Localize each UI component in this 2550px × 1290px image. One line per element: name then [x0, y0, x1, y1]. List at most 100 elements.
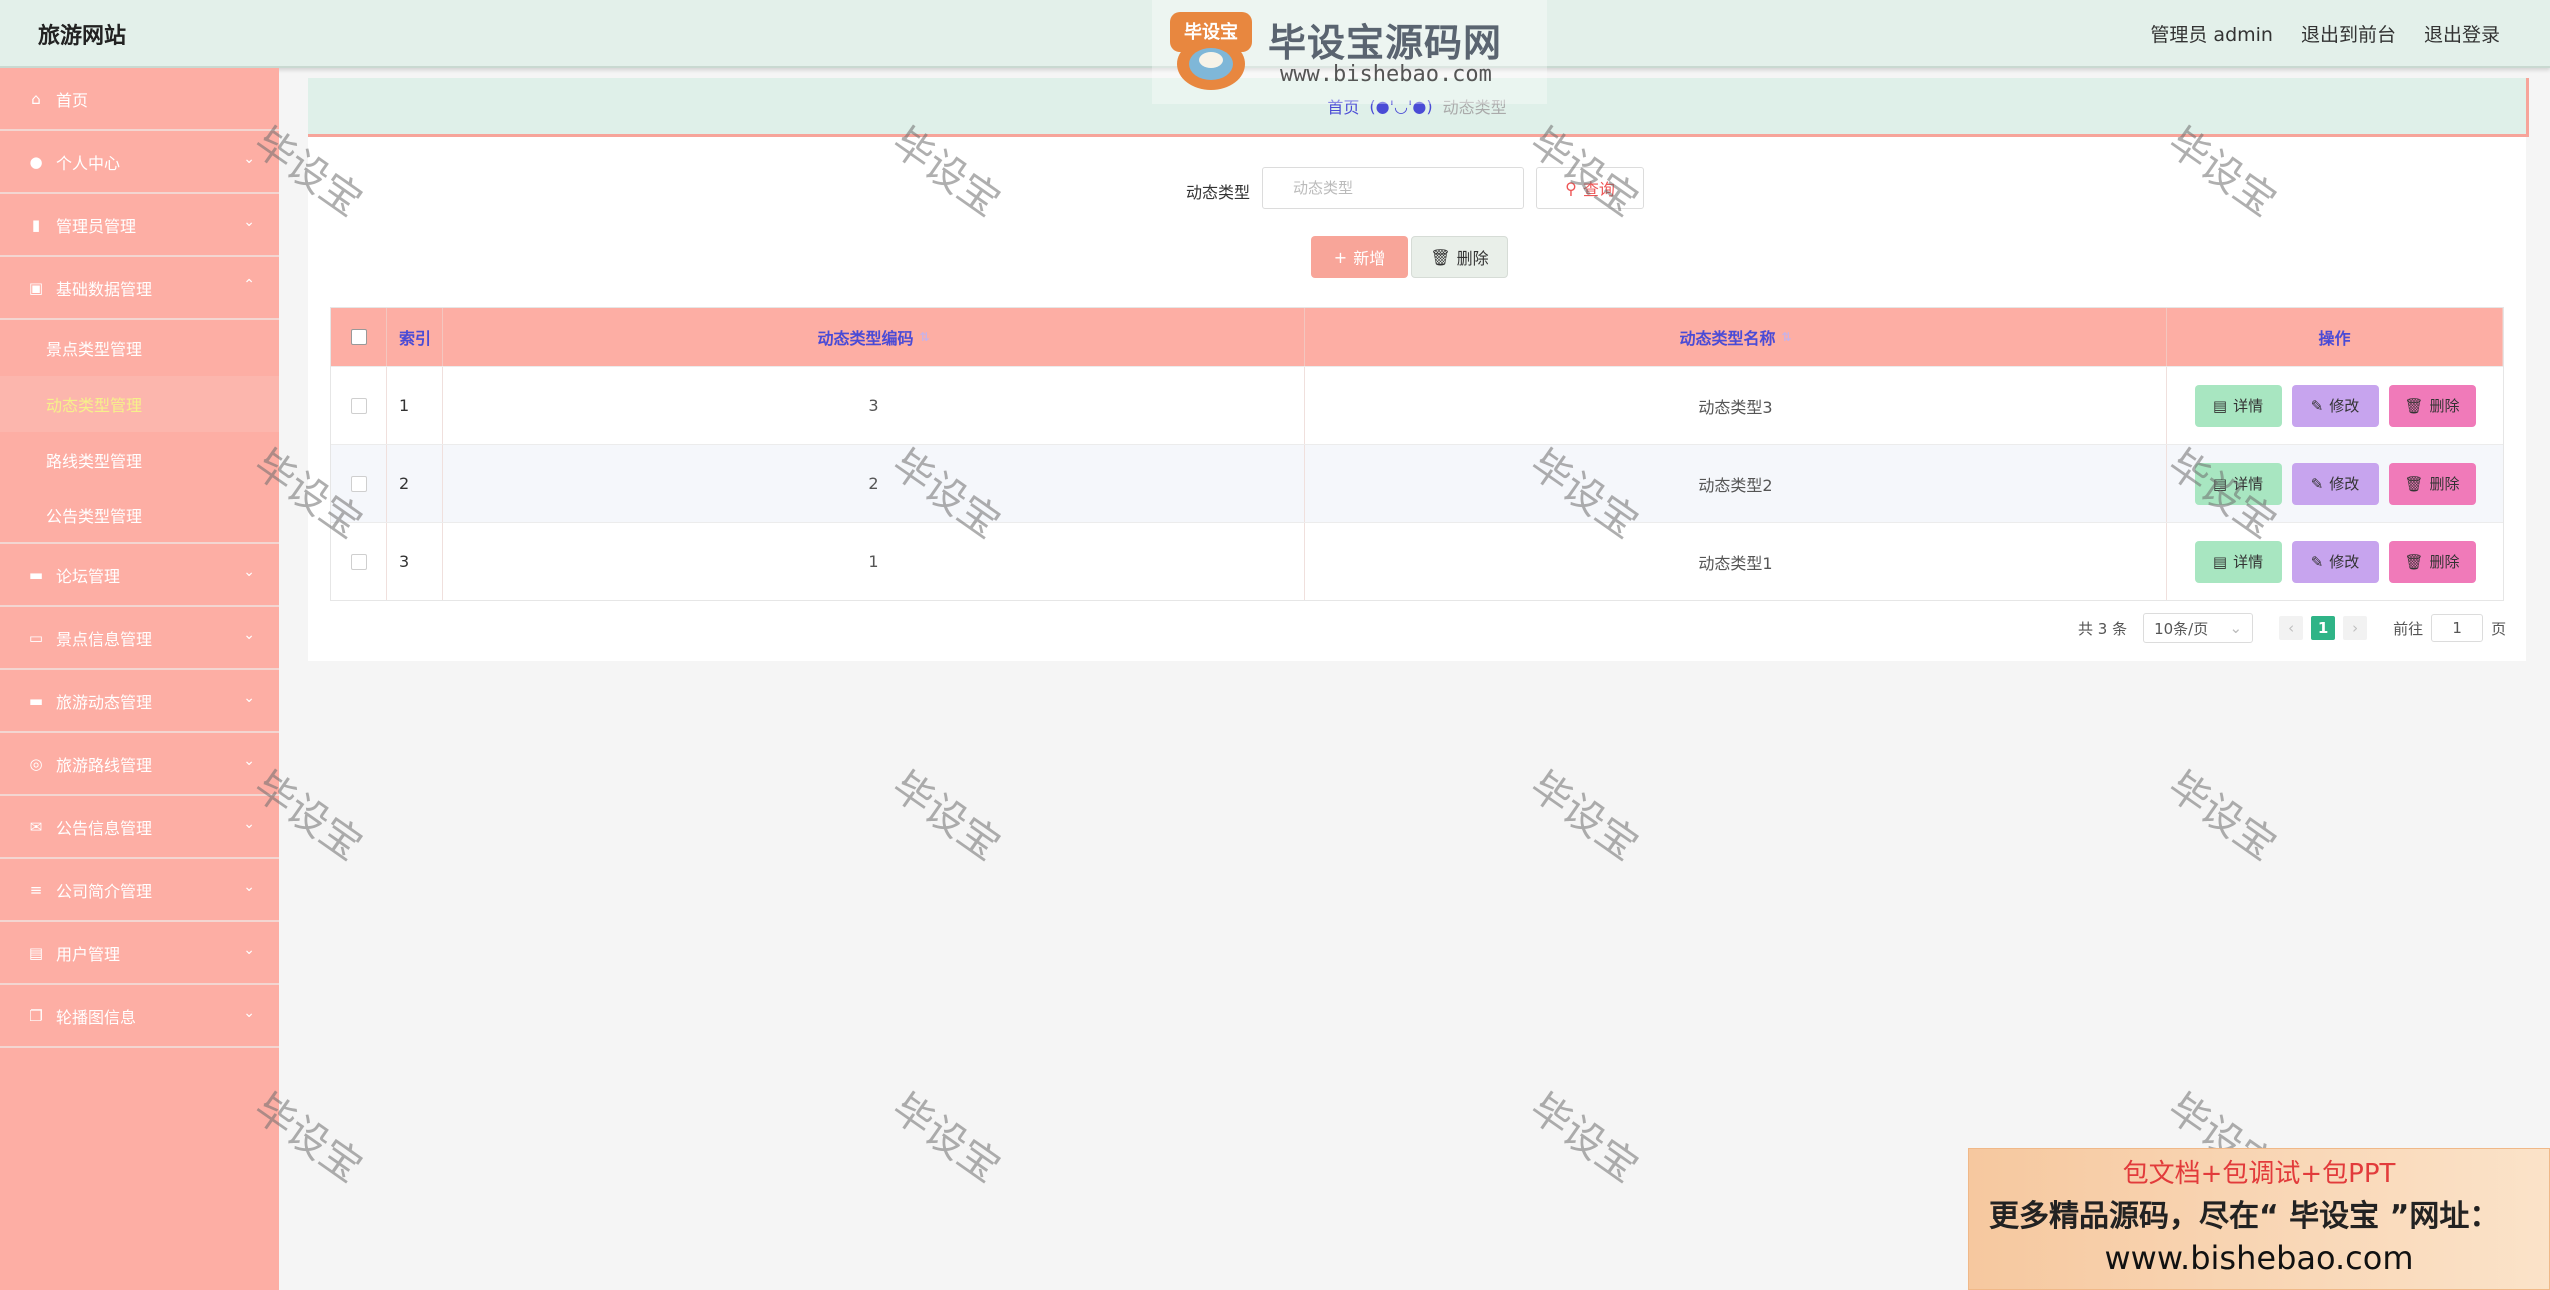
edit-label: 修改: [2329, 475, 2360, 493]
detail-label: 详情: [2233, 553, 2264, 571]
ad-url: www.bishebao.com: [2104, 1239, 2414, 1277]
sidebar-subitem-news-type[interactable]: 动态类型管理: [0, 376, 279, 432]
sidebar-item-admins[interactable]: ▮ 管理员管理 ⌄: [0, 194, 279, 257]
row-checkbox-cell: [331, 523, 387, 600]
chevron-down-icon: ⌄: [243, 1005, 255, 1021]
sidebar-item-home[interactable]: ⌂ 首页: [0, 68, 279, 131]
table-row: 1 3 动态类型3 ▤ 详情 ✎ 修改 🗑 删除: [331, 366, 2503, 444]
sidebar-item-news[interactable]: ▬ 旅游动态管理 ⌄: [0, 670, 279, 733]
page-size-select[interactable]: 10条/页 ⌄: [2143, 613, 2254, 643]
logo-url: www.bishebao.com: [1280, 62, 1492, 87]
ad-banner[interactable]: 包文档+包调试+包PPT 更多精品源码，尽在“ 毕设宝 ”网址： www.bis…: [1968, 1148, 2550, 1290]
row-actions: ▤ 详情 ✎ 修改 🗑 删除: [2167, 367, 2503, 444]
sidebar-item-routes[interactable]: ◎ 旅游路线管理 ⌄: [0, 733, 279, 796]
batch-delete-button[interactable]: 🗑 删除: [1411, 236, 1508, 278]
sidebar-item-label: 旅游动态管理: [56, 692, 153, 712]
sidebar-item-forum[interactable]: ▬ 论坛管理 ⌄: [0, 544, 279, 607]
goto-page-input[interactable]: 1: [2431, 614, 2484, 642]
data-table: 索引 动态类型编码 ⇅ 动态类型名称 ⇅ 操作 1 3 动态类型3 ▤ 详情 ✎ 修…: [330, 307, 2504, 601]
watermark: 毕设宝: [1521, 763, 1647, 870]
header-code[interactable]: 动态类型编码 ⇅: [443, 308, 1305, 366]
sidebar-item-label: 公告信息管理: [56, 818, 153, 838]
table-header: 索引 动态类型编码 ⇅ 动态类型名称 ⇅ 操作: [331, 308, 2503, 366]
row-checkbox[interactable]: [350, 397, 367, 414]
sidebar-subitem-scenic-type[interactable]: 景点类型管理: [0, 320, 279, 376]
sidebar-item-carousel[interactable]: ❐ 轮播图信息 ⌄: [0, 985, 279, 1048]
next-page-button[interactable]: ›: [2343, 616, 2368, 640]
edit-button[interactable]: ✎ 修改: [2291, 462, 2379, 505]
edit-label: 修改: [2329, 397, 2360, 415]
plus-icon: +: [1333, 247, 1348, 267]
sidebar-item-company[interactable]: ≡ 公司简介管理 ⌄: [0, 859, 279, 922]
row-index: 1: [387, 367, 443, 444]
to-front-link[interactable]: 退出到前台: [2301, 20, 2396, 47]
search-input[interactable]: [1262, 167, 1524, 209]
chevron-down-icon: ⌄: [243, 151, 255, 167]
page-number-active[interactable]: 1: [2311, 616, 2336, 640]
chat-icon: ▭: [28, 628, 44, 647]
table-row: 2 2 动态类型2 ▤ 详情 ✎ 修改 🗑 删除: [331, 444, 2503, 522]
chevron-down-icon: ⌄: [243, 564, 255, 580]
row-checkbox-cell: [331, 367, 387, 444]
site-logo: 毕设宝 毕设宝源码网 www.bishebao.com: [1152, 0, 1547, 104]
detail-button[interactable]: ▤ 详情: [2194, 462, 2282, 505]
row-actions: ▤ 详情 ✎ 修改 🗑 删除: [2167, 445, 2503, 522]
detail-label: 详情: [2233, 397, 2264, 415]
row-checkbox[interactable]: [350, 475, 367, 492]
header-code-label: 动态类型编码: [817, 329, 914, 348]
sidebar-item-label: 个人中心: [56, 153, 121, 173]
content-panel: 动态类型 ⚲ 查询 + 新增 🗑 删除 索引 动态类型编码 ⇅ 动态类型名称 ⇅…: [308, 137, 2526, 661]
edit-button[interactable]: ✎ 修改: [2291, 384, 2379, 427]
row-checkbox[interactable]: [350, 553, 367, 570]
logout-link[interactable]: 退出登录: [2424, 20, 2500, 47]
chevron-down-icon: ⌄: [243, 879, 255, 895]
sidebar-item-label: 轮播图信息: [56, 1007, 137, 1027]
sidebar-item-label: 管理员管理: [56, 216, 137, 236]
chevron-down-icon: ⌄: [243, 753, 255, 769]
batch-delete-label: 删除: [1456, 249, 1489, 268]
sidebar-subitem-notice-type[interactable]: 公告类型管理: [0, 488, 279, 544]
sidebar-item-scenic[interactable]: ▭ 景点信息管理 ⌄: [0, 607, 279, 670]
watermark: 毕设宝: [883, 763, 1009, 870]
row-code: 2: [443, 445, 1305, 522]
select-all-checkbox[interactable]: [350, 329, 367, 345]
sidebar: ⌂ 首页 ● 个人中心 ⌄ ▮ 管理员管理 ⌄ ▣ 基础数据管理 ⌃ 景点类型管…: [0, 68, 279, 1290]
detail-label: 详情: [2233, 475, 2264, 493]
edit-button[interactable]: ✎ 修改: [2291, 540, 2379, 583]
document-icon: ▤: [2212, 552, 2228, 571]
laptop-icon: ▬: [28, 691, 44, 710]
row-checkbox-cell: [331, 445, 387, 522]
search-button[interactable]: ⚲ 查询: [1536, 167, 1644, 209]
sidebar-item-users[interactable]: ▤ 用户管理 ⌄: [0, 922, 279, 985]
row-code: 3: [443, 367, 1305, 444]
detail-button[interactable]: ▤ 详情: [2194, 540, 2282, 583]
sort-icon[interactable]: ⇅: [919, 330, 929, 344]
logo-mascot-icon: 毕设宝: [1170, 12, 1252, 90]
row-index: 2: [387, 445, 443, 522]
delete-button[interactable]: 🗑 删除: [2388, 384, 2476, 427]
search-button-label: 查询: [1582, 180, 1615, 199]
pencil-icon: ✎: [2310, 396, 2324, 415]
sidebar-item-basic-data[interactable]: ▣ 基础数据管理 ⌃: [0, 257, 279, 320]
sidebar-item-notices[interactable]: ✉ 公告信息管理 ⌄: [0, 796, 279, 859]
sort-icon[interactable]: ⇅: [1781, 330, 1791, 344]
sidebar-subitem-route-type[interactable]: 路线类型管理: [0, 432, 279, 488]
compass-icon: ◎: [29, 754, 43, 773]
delete-button[interactable]: 🗑 删除: [2388, 540, 2476, 583]
sidebar-item-profile[interactable]: ● 个人中心 ⌄: [0, 131, 279, 194]
add-button[interactable]: + 新增: [1311, 236, 1408, 278]
delete-button[interactable]: 🗑 删除: [2388, 462, 2476, 505]
logo-badge-text: 毕设宝: [1184, 21, 1238, 43]
ad-line-2: 更多精品源码，尽在“ 毕设宝 ”网址：: [1989, 1199, 2500, 1234]
goto-label: 前往: [2393, 619, 2424, 638]
clipboard-icon: ▤: [28, 943, 44, 962]
detail-button[interactable]: ▤ 详情: [2194, 384, 2282, 427]
logo-title: 毕设宝源码网: [1268, 21, 1503, 65]
trash-icon: 🗑: [1430, 247, 1451, 267]
header-name[interactable]: 动态类型名称 ⇅: [1305, 308, 2167, 366]
prev-page-button[interactable]: ‹: [2279, 616, 2304, 640]
chevron-down-icon: ⌄: [243, 214, 255, 230]
site-title: 旅游网站: [38, 24, 127, 49]
search-label: 动态类型: [1186, 183, 1251, 202]
sidebar-item-label: 用户管理: [56, 944, 121, 964]
